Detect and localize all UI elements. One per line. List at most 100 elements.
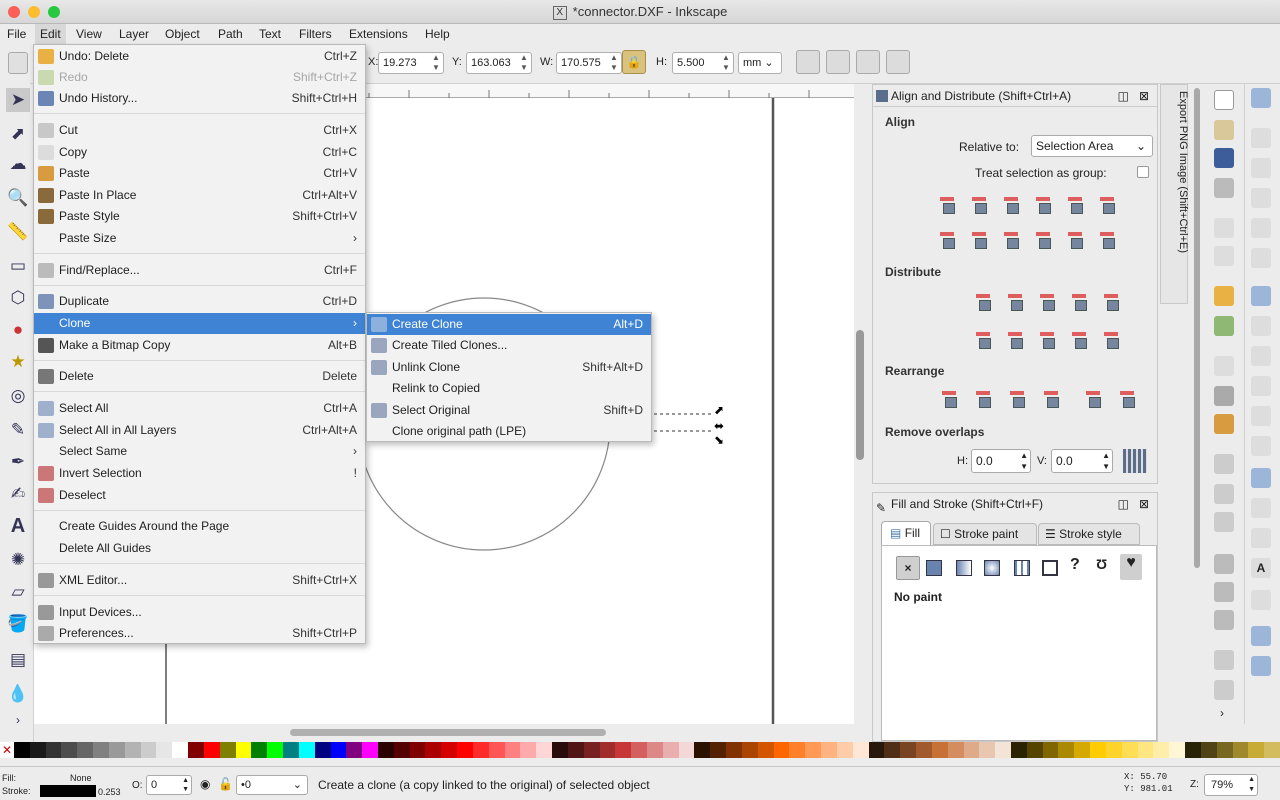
palette-swatch[interactable] (441, 742, 458, 758)
palette-swatch[interactable] (124, 742, 142, 758)
no-paint-button[interactable]: × (896, 556, 920, 580)
palette-swatch[interactable] (710, 742, 727, 758)
menu-item-select-same[interactable]: Select Same › (34, 441, 365, 462)
palette-swatch[interactable] (947, 742, 964, 758)
palette-swatch[interactable] (77, 742, 94, 758)
palette-swatch[interactable] (884, 742, 901, 758)
palette-swatch[interactable] (741, 742, 759, 758)
spin-arrows-icon[interactable]: ▲ ▼ (1102, 450, 1110, 472)
snap-rotation-center-icon[interactable] (1251, 528, 1271, 548)
menu-help[interactable]: Help (420, 24, 455, 44)
palette-swatch[interactable] (1216, 742, 1233, 758)
scale-handle-icon[interactable]: ⬈ (714, 403, 724, 417)
menu-path[interactable]: Path (213, 24, 248, 44)
menu-item-xml-editor[interactable]: XML Editor... Shift+Ctrl+X (34, 570, 365, 591)
flat-color-button[interactable] (926, 560, 942, 576)
snap-midpoint-icon[interactable] (1251, 436, 1271, 456)
overlap-v-input[interactable]: 0.0 ▲ ▼ (1051, 449, 1113, 473)
palette-swatch[interactable] (995, 742, 1012, 758)
snap-grid-icon[interactable] (1251, 626, 1271, 646)
snap-bbox-icon[interactable] (1251, 128, 1271, 148)
menu-filters[interactable]: Filters (294, 24, 337, 44)
menu-item-delete[interactable]: Delete Delete (34, 366, 365, 387)
zoom-selection-icon[interactable] (1214, 454, 1234, 474)
cut-icon[interactable] (1214, 386, 1234, 406)
snap-path-icon[interactable] (1251, 316, 1271, 336)
palette-swatch[interactable] (472, 742, 490, 758)
palette-swatch[interactable] (1264, 742, 1280, 758)
palette-swatch[interactable] (314, 742, 331, 758)
palette-swatch[interactable] (963, 742, 980, 758)
no-color-swatch[interactable]: ✕ (0, 742, 14, 758)
palette-swatch[interactable] (298, 742, 316, 758)
group-icon[interactable] (1214, 650, 1234, 670)
palette-swatch[interactable] (283, 742, 300, 758)
menu-item-redo[interactable]: Redo Shift+Ctrl+Z (34, 67, 365, 88)
palette-swatch[interactable] (931, 742, 949, 758)
palette-swatch[interactable] (599, 742, 616, 758)
snap-intersection-icon[interactable] (1251, 346, 1271, 366)
align-text-anchor-icon[interactable] (1097, 193, 1119, 215)
palette-swatch[interactable] (1232, 742, 1249, 758)
toggle-commands-button[interactable] (8, 52, 28, 74)
menu-item-bitmap-copy[interactable]: Make a Bitmap Copy Alt+B (34, 335, 365, 356)
palette-swatch[interactable] (203, 742, 221, 758)
palette-swatch[interactable] (188, 742, 205, 758)
spin-arrows-icon[interactable]: ▲ ▼ (720, 53, 732, 73)
distribute-gaps-v-icon[interactable] (1069, 328, 1091, 350)
y-input[interactable]: 163.063 ▲ ▼ (466, 52, 532, 74)
export-icon[interactable] (1214, 246, 1234, 266)
evenodd-button[interactable]: Ʊ (1096, 556, 1114, 578)
palette-swatch[interactable] (583, 742, 600, 758)
overlap-h-input[interactable]: 0.0 ▲ ▼ (971, 449, 1031, 473)
h-input[interactable]: 5.500 ▲ ▼ (672, 52, 734, 74)
align-bottom-edge-icon[interactable] (937, 228, 959, 250)
exchange-positions-icon[interactable] (939, 387, 961, 409)
distribute-right-icon[interactable] (1037, 290, 1059, 312)
palette-swatch[interactable] (393, 742, 411, 758)
relative-to-select[interactable]: Selection Area ⌄ (1031, 135, 1153, 157)
node-tool-icon[interactable]: ⬈ (6, 122, 30, 146)
palette-swatch[interactable] (251, 742, 268, 758)
spin-arrows-icon[interactable]: ▲ ▼ (518, 53, 530, 73)
linear-gradient-button[interactable] (956, 560, 972, 576)
align-top-edge-icon[interactable] (1065, 228, 1087, 250)
align-right-edge-icon[interactable] (937, 193, 959, 215)
eraser-tool-icon[interactable]: ▱ (6, 580, 30, 604)
palette-swatch[interactable] (1090, 742, 1107, 758)
iconify-icon[interactable]: ◫ (1118, 85, 1129, 107)
palette-swatch[interactable] (409, 742, 426, 758)
palette-swatch[interactable] (1010, 742, 1028, 758)
distribute-gaps-h-icon[interactable] (1069, 290, 1091, 312)
palette-swatch[interactable] (900, 742, 917, 758)
selector-tool-icon[interactable]: ➤ (6, 88, 30, 112)
palette-swatch[interactable] (1153, 742, 1170, 758)
palette-swatch[interactable] (45, 742, 62, 758)
new-document-icon[interactable] (1214, 90, 1234, 110)
menu-item-paste-size[interactable]: Paste Size › (34, 228, 365, 249)
close-icon[interactable]: ⊠ (1139, 85, 1149, 107)
ellipse-tool-icon[interactable]: ● (6, 318, 30, 342)
menu-item-clone[interactable]: Clone › (34, 313, 365, 334)
palette-swatch[interactable] (552, 742, 569, 758)
menu-item-delete-guides[interactable]: Delete All Guides (34, 538, 365, 559)
export-png-tab[interactable]: Export PNG Image (Shift+Ctrl+E) (1160, 84, 1189, 304)
align-left-icon[interactable] (969, 193, 991, 215)
palette-swatch[interactable] (108, 742, 126, 758)
palette-swatch[interactable] (615, 742, 632, 758)
dock-scrollbar[interactable] (1194, 88, 1200, 568)
calligraphy-tool-icon[interactable]: ✍ (6, 482, 30, 506)
unclump-icon[interactable] (1117, 387, 1139, 409)
menu-object[interactable]: Object (160, 24, 205, 44)
scale-radii-button[interactable] (826, 50, 850, 74)
palette-swatch[interactable] (805, 742, 822, 758)
palette-swatch[interactable] (1200, 742, 1218, 758)
palette-swatch[interactable] (1169, 742, 1186, 758)
randomize-positions-icon[interactable] (1083, 387, 1105, 409)
unset-paint-button[interactable]: ? (1070, 556, 1086, 578)
menu-item-input-devices[interactable]: Input Devices... (34, 602, 365, 623)
snap-object-center-icon[interactable] (1251, 498, 1271, 518)
snap-nodes-icon[interactable] (1251, 286, 1271, 306)
dropper-tool-icon[interactable]: 💧 (6, 682, 30, 706)
scale-stroke-button[interactable] (796, 50, 820, 74)
